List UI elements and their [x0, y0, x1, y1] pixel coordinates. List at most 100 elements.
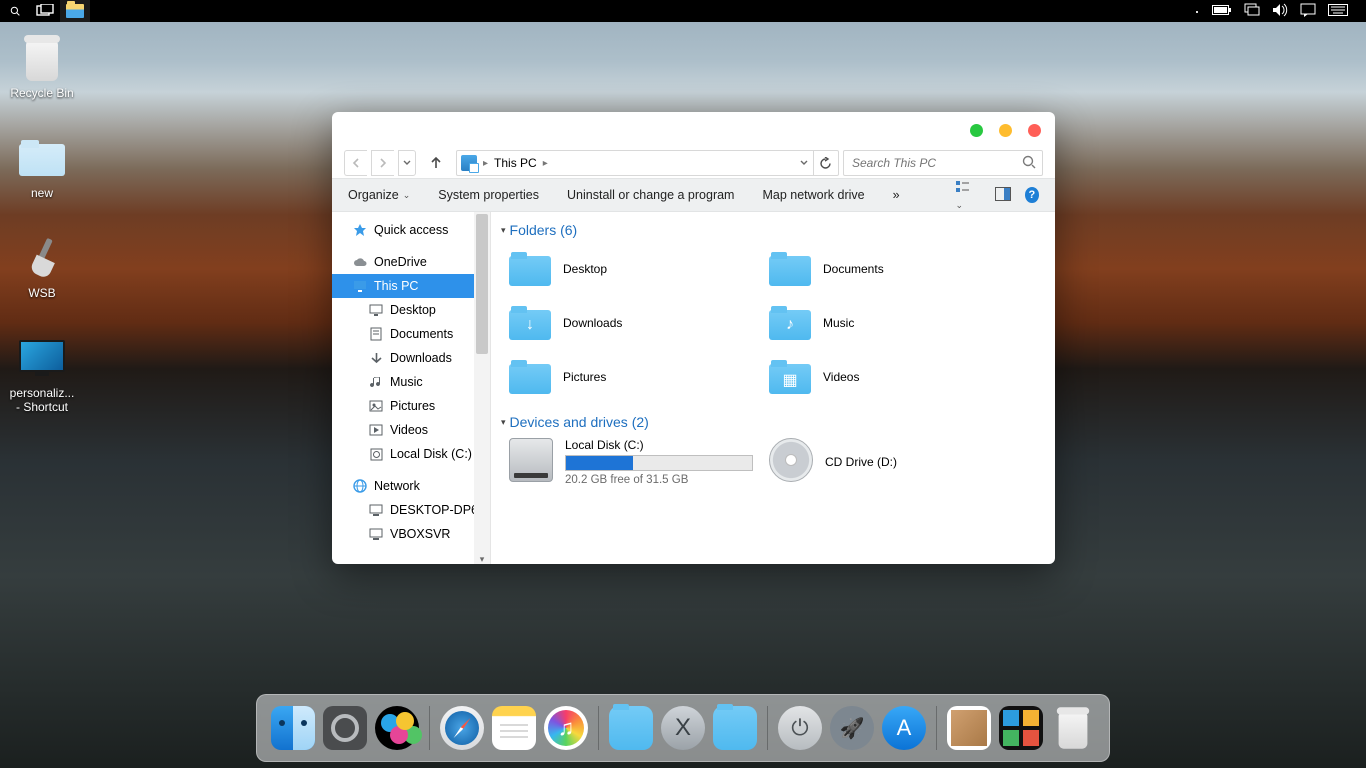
dock-preferences[interactable]	[323, 706, 367, 750]
taskbar-taskview-button[interactable]	[30, 0, 60, 22]
search-input[interactable]	[844, 151, 1042, 175]
drive-c[interactable]: Local Disk (C:) 20.2 GB free of 31.5 GB	[509, 438, 759, 486]
nav-up-button[interactable]	[424, 151, 448, 175]
scrollbar-thumb[interactable]	[476, 214, 488, 354]
sidebar-item-downloads[interactable]: Downloads	[332, 346, 490, 370]
chevron-down-icon: ⌄	[956, 200, 964, 210]
folder-pictures[interactable]: Pictures	[509, 354, 759, 400]
sidebar-item-label: Downloads	[390, 351, 452, 365]
breadcrumb-location[interactable]: This PC	[494, 156, 537, 170]
trash-icon	[1055, 707, 1091, 748]
preview-pane-button[interactable]	[995, 187, 1011, 204]
breadcrumb-separator-icon[interactable]: ▸	[543, 158, 548, 169]
nav-forward-button[interactable]	[371, 150, 394, 176]
dock-power[interactable]	[778, 706, 822, 750]
search-box[interactable]	[843, 150, 1043, 176]
dock-folder[interactable]	[609, 706, 653, 750]
folder-label: Desktop	[563, 262, 607, 276]
sidebar-item-quick-access[interactable]: Quick access	[332, 218, 490, 242]
folder-videos[interactable]: ▦Videos	[769, 354, 1019, 400]
sidebar-item-onedrive[interactable]: OneDrive	[332, 250, 490, 274]
doc-icon	[368, 326, 384, 342]
folder-label: Documents	[823, 262, 884, 276]
scroll-down-icon[interactable]: ▾	[474, 552, 490, 564]
nav-history-dropdown[interactable]	[398, 150, 416, 176]
folder-downloads[interactable]: ↓ Downloads	[509, 300, 759, 346]
folder-icon	[509, 252, 551, 286]
taskbar-search-button[interactable]	[0, 0, 30, 22]
sidebar-item-desktop-dp6m[interactable]: DESKTOP-DP6M	[332, 498, 490, 522]
dock-finder[interactable]	[271, 706, 315, 750]
pc-icon	[352, 278, 368, 294]
folder-icon	[19, 140, 65, 176]
music-icon	[368, 374, 384, 390]
dock-notes[interactable]	[492, 706, 536, 750]
address-history-dropdown[interactable]	[796, 151, 812, 175]
toolbar-overflow[interactable]: »	[893, 188, 900, 202]
sidebar-item-videos[interactable]: Videos	[332, 418, 490, 442]
volume-icon[interactable]	[1272, 3, 1288, 20]
dock-trash[interactable]	[1051, 706, 1095, 750]
taskbar-explorer-button[interactable]	[60, 0, 90, 22]
desktop-icon-new[interactable]: new	[4, 134, 80, 200]
sidebar-item-pictures[interactable]: Pictures	[332, 394, 490, 418]
desktop-icon-wsb[interactable]: WSB	[4, 234, 80, 300]
cd-icon	[769, 438, 813, 482]
folder-icon: ↓	[509, 306, 551, 340]
folder-documents[interactable]: Documents	[769, 246, 1019, 292]
dock-folder[interactable]	[713, 706, 757, 750]
nav-back-button[interactable]	[344, 150, 367, 176]
sidebar-item-music[interactable]: Music	[332, 370, 490, 394]
toolbar-system-properties[interactable]: System properties	[438, 188, 539, 202]
action-center-icon[interactable]	[1300, 3, 1316, 20]
sidebar-item-network[interactable]: Network	[332, 474, 490, 498]
sidebar-item-label: Desktop	[390, 303, 436, 317]
dock-itunes[interactable]	[544, 706, 588, 750]
window-close-button[interactable]	[1028, 124, 1041, 137]
dock-x[interactable]	[661, 706, 705, 750]
command-toolbar: Organize⌄ System properties Uninstall or…	[332, 178, 1055, 212]
sidebar-item-desktop[interactable]: Desktop	[332, 298, 490, 322]
group-header-drives[interactable]: ▾ Devices and drives (2)	[501, 414, 1045, 430]
folder-icon	[67, 1, 75, 5]
dock-stack[interactable]	[999, 706, 1043, 750]
sidebar-item-this-pc[interactable]: This PC	[332, 274, 490, 298]
folder-music[interactable]: ♪Music	[769, 300, 1019, 346]
help-button[interactable]: ?	[1025, 187, 1039, 203]
cloud-icon	[352, 254, 368, 270]
dock-separator	[429, 706, 430, 750]
dock-appstore[interactable]	[882, 706, 926, 750]
search-icon	[1022, 155, 1036, 172]
sidebar-item-documents[interactable]: Documents	[332, 322, 490, 346]
dock-stack[interactable]	[947, 706, 991, 750]
drive-label: Local Disk (C:)	[565, 438, 753, 452]
battery-icon[interactable]	[1212, 4, 1232, 19]
hdd-icon	[509, 438, 553, 482]
desktop-icon-personalize[interactable]: personaliz... - Shortcut	[4, 334, 80, 414]
view-options-button[interactable]: ⌄	[956, 180, 981, 211]
toolbar-organize[interactable]: Organize⌄	[348, 188, 410, 202]
dock-safari[interactable]	[440, 706, 484, 750]
toolbar-map-drive[interactable]: Map network drive	[762, 188, 864, 202]
breadcrumb-bar[interactable]: ▸ This PC ▸	[456, 150, 839, 176]
dock-game-center[interactable]	[375, 706, 419, 750]
sidebar-item-local-disk-c-[interactable]: Local Disk (C:)	[332, 442, 490, 466]
toolbar-uninstall[interactable]: Uninstall or change a program	[567, 188, 734, 202]
network-icon[interactable]	[1244, 3, 1260, 20]
drive-d[interactable]: CD Drive (D:)	[769, 438, 1019, 486]
dock-launchpad[interactable]	[830, 706, 874, 750]
sidebar-item-label: Local Disk (C:)	[390, 447, 472, 461]
collapse-arrow-icon: ▾	[501, 225, 506, 236]
window-minimize-button[interactable]	[970, 124, 983, 137]
desktop-icon-recycle-bin[interactable]: Recycle Bin	[4, 34, 80, 100]
window-maximize-button[interactable]	[999, 124, 1012, 137]
window-titlebar[interactable]	[332, 112, 1055, 148]
refresh-button[interactable]	[813, 151, 836, 175]
pic-icon	[368, 398, 384, 414]
sidebar-scrollbar[interactable]: ▴ ▾	[474, 212, 490, 564]
folder-label: Downloads	[563, 316, 622, 330]
group-header-folders[interactable]: ▾ Folders (6)	[501, 222, 1045, 238]
folder-desktop[interactable]: Desktop	[509, 246, 759, 292]
sidebar-item-vboxsvr[interactable]: VBOXSVR	[332, 522, 490, 546]
input-keyboard-icon[interactable]	[1328, 4, 1348, 19]
